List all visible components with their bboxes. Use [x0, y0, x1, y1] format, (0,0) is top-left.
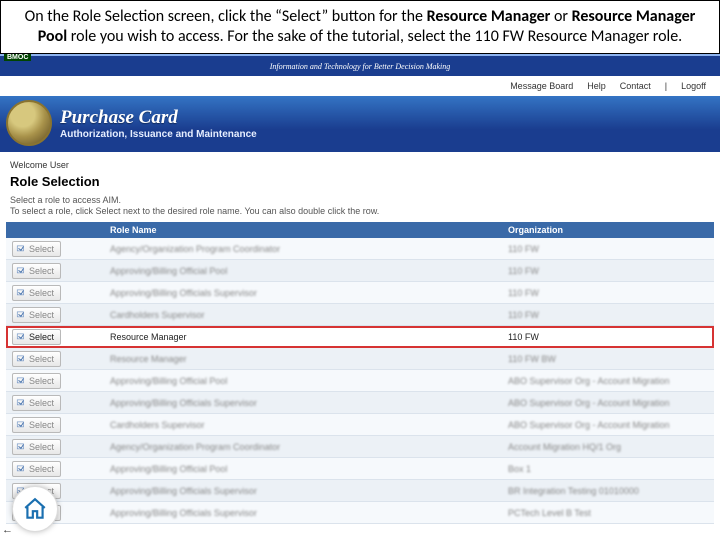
organization-cell: Box 1: [502, 458, 714, 480]
select-label: Select: [29, 331, 54, 343]
select-label: Select: [29, 309, 54, 321]
role-table: Role Name Organization Select Agency/Orga…: [6, 222, 714, 524]
instr-bold-1: Resource Manager: [427, 7, 551, 26]
organization-cell: 110 FW: [502, 304, 714, 326]
select-label: Select: [29, 397, 54, 409]
organization-cell: PCTech Level B Test: [502, 502, 714, 524]
app-header: Purchase Card Authorization, Issuance an…: [0, 96, 720, 152]
table-row[interactable]: Select Resource Manager110 FW: [6, 326, 714, 348]
role-name-cell: Agency/Organization Program Coordinator: [104, 238, 502, 260]
organization-cell: ABO Supervisor Org - Account Migration: [502, 370, 714, 392]
role-name-cell: Approving/Billing Official Pool: [104, 458, 502, 480]
role-name-cell: Approving/Billing Officials Supervisor: [104, 480, 502, 502]
role-name-cell: Cardholders Supervisor: [104, 414, 502, 436]
app-subtitle: Authorization, Issuance and Maintenance: [60, 129, 257, 140]
table-row[interactable]: Select Approving/Billing Official PoolABO…: [6, 370, 714, 392]
select-button[interactable]: Select: [12, 351, 61, 367]
table-row[interactable]: Select Approving/Billing Officials Superv…: [6, 282, 714, 304]
app-title: Purchase Card: [60, 107, 257, 129]
organization-cell: BR Integration Testing 01010000: [502, 480, 714, 502]
select-button[interactable]: Select: [12, 329, 61, 345]
organization-cell: 110 FW: [502, 260, 714, 282]
select-label: Select: [29, 353, 54, 365]
home-icon: [22, 496, 48, 522]
select-button[interactable]: Select: [12, 417, 61, 433]
role-name-cell: Agency/Organization Program Coordinator: [104, 436, 502, 458]
col-role-name: Role Name: [104, 222, 502, 238]
table-row[interactable]: Select Cardholders Supervisor110 FW: [6, 304, 714, 326]
page-title: Role Selection: [10, 174, 720, 189]
select-label: Select: [29, 243, 54, 255]
select-label: Select: [29, 441, 54, 453]
select-button[interactable]: Select: [12, 439, 61, 455]
table-row[interactable]: Select Approving/Billing Official Pool110…: [6, 260, 714, 282]
organization-cell: 110 FW: [502, 326, 714, 348]
table-row[interactable]: Select Approving/Billing Official PoolBox…: [6, 458, 714, 480]
tutorial-instruction: On the Role Selection screen, click the …: [0, 0, 720, 54]
select-label: Select: [29, 375, 54, 387]
table-row[interactable]: SelectApproving/Billing Officials Superv…: [6, 480, 714, 502]
role-name-cell: Resource Manager: [104, 348, 502, 370]
organization-cell: 110 FW BW: [502, 348, 714, 370]
organization-cell: ABO Supervisor Org - Account Migration: [502, 414, 714, 436]
select-button[interactable]: Select: [12, 395, 61, 411]
select-label: Select: [29, 419, 54, 431]
select-label: Select: [29, 287, 54, 299]
agency-seal-icon: [6, 100, 52, 146]
instr-text-1: On the Role Selection screen, click the …: [25, 7, 427, 26]
table-row[interactable]: Select Cardholders SupervisorABO Supervis…: [6, 414, 714, 436]
instr-text-3: role you wish to access. For the sake of…: [67, 27, 682, 46]
welcome-message: Welcome User: [10, 160, 720, 170]
nav-links: Message Board Help Contact | Logoff: [0, 76, 720, 96]
site-tag: BMOC: [4, 54, 31, 61]
role-name-cell: Approving/Billing Official Pool: [104, 260, 502, 282]
organization-cell: Account Migration HQ/1 Org: [502, 436, 714, 458]
role-name-cell: Approving/Billing Official Pool: [104, 370, 502, 392]
table-row[interactable]: Select Agency/Organization Program Coordi…: [6, 238, 714, 260]
table-row[interactable]: Select Resource Manager110 FW BW: [6, 348, 714, 370]
nav-contact[interactable]: Contact: [620, 81, 651, 91]
select-button[interactable]: Select: [12, 307, 61, 323]
instr-text-2: or: [550, 7, 571, 26]
col-select: [6, 222, 104, 238]
organization-cell: 110 FW: [502, 238, 714, 260]
organization-cell: ABO Supervisor Org - Account Migration: [502, 392, 714, 414]
select-button[interactable]: Select: [12, 263, 61, 279]
nav-message-board[interactable]: Message Board: [510, 81, 573, 91]
col-organization: Organization: [502, 222, 714, 238]
table-row[interactable]: SelectApproving/Billing Officials Superv…: [6, 502, 714, 524]
role-name-cell: Approving/Billing Officials Supervisor: [104, 502, 502, 524]
top-banner: BMOC Information and Technology for Bett…: [0, 54, 720, 76]
select-button[interactable]: Select: [12, 461, 61, 477]
role-name-cell: Cardholders Supervisor: [104, 304, 502, 326]
home-button[interactable]: [12, 486, 58, 532]
table-row[interactable]: Select Agency/Organization Program Coordi…: [6, 436, 714, 458]
page-subtext-1: Select a role to access AIM.: [10, 195, 720, 205]
organization-cell: 110 FW: [502, 282, 714, 304]
nav-sep: |: [665, 81, 667, 91]
role-name-cell: Resource Manager: [104, 326, 502, 348]
role-name-cell: Approving/Billing Officials Supervisor: [104, 392, 502, 414]
back-arrow-icon[interactable]: ←: [2, 524, 13, 536]
select-button[interactable]: Select: [12, 285, 61, 301]
select-button[interactable]: Select: [12, 373, 61, 389]
select-label: Select: [29, 265, 54, 277]
role-name-cell: Approving/Billing Officials Supervisor: [104, 282, 502, 304]
site-motto: Information and Technology for Better De…: [270, 62, 451, 71]
select-label: Select: [29, 463, 54, 475]
nav-logoff[interactable]: Logoff: [681, 81, 706, 91]
table-row[interactable]: Select Approving/Billing Officials Superv…: [6, 392, 714, 414]
nav-help[interactable]: Help: [587, 81, 606, 91]
select-button[interactable]: Select: [12, 241, 61, 257]
page-subtext-2: To select a role, click Select next to t…: [10, 206, 720, 216]
